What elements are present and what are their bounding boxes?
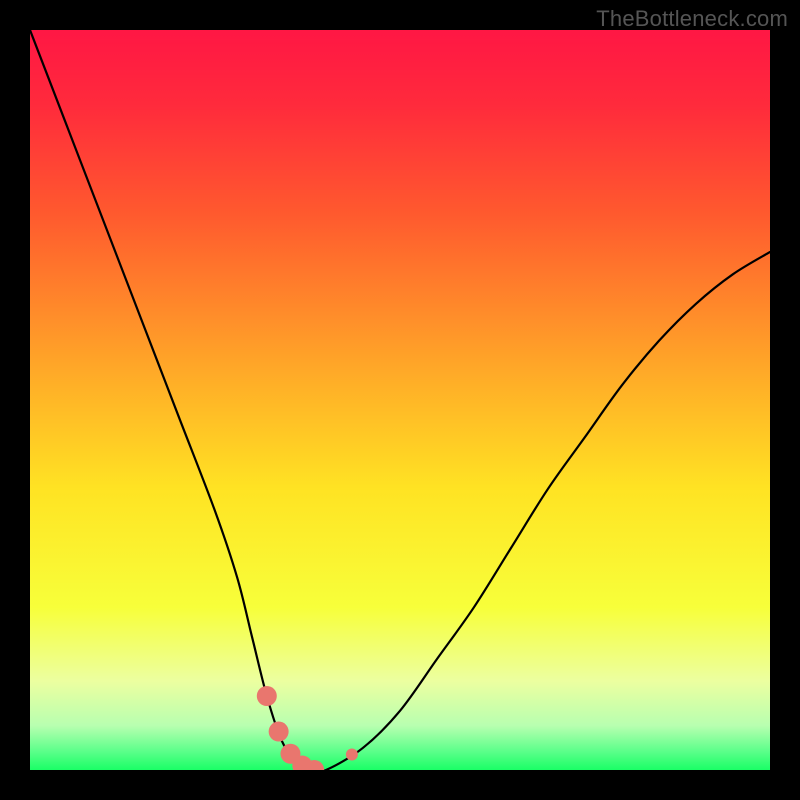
optimal-marker	[257, 686, 277, 706]
optimal-zone-markers	[257, 686, 358, 770]
watermark-text: TheBottleneck.com	[596, 6, 788, 32]
curve-layer	[30, 30, 770, 770]
plot-area	[30, 30, 770, 770]
chart-frame: TheBottleneck.com	[0, 0, 800, 800]
bottleneck-curve	[30, 30, 770, 770]
optimal-marker	[269, 722, 289, 742]
optimal-marker-small	[346, 748, 358, 760]
